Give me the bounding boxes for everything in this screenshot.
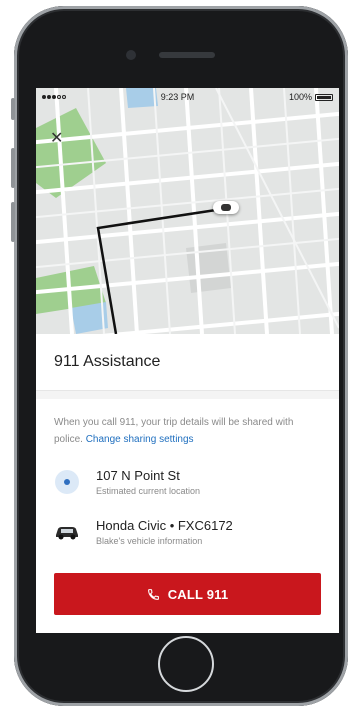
front-camera: [126, 50, 136, 60]
home-button[interactable]: [158, 636, 214, 692]
location-dot-icon: [55, 470, 79, 494]
volume-down-button: [11, 202, 15, 242]
app-screen: 9:23 PM 100% ✕ 911 Assistance When you c…: [36, 88, 339, 633]
location-address: 107 N Point St: [96, 468, 180, 483]
location-caption: Estimated current location: [96, 486, 201, 496]
sharing-notice: When you call 911, your trip details wil…: [36, 399, 339, 448]
mute-switch: [11, 98, 15, 120]
status-bar: 9:23 PM 100%: [36, 88, 339, 106]
status-time: 9:23 PM: [160, 92, 195, 102]
vehicle-caption: Blake's vehicle information: [96, 536, 203, 546]
phone-icon: [147, 588, 159, 600]
vehicle-row: Honda Civic • FXC6172 Blake's vehicle in…: [54, 518, 233, 546]
change-sharing-link[interactable]: Change sharing settings: [86, 434, 194, 445]
sheet-title: 911 Assistance: [54, 353, 161, 370]
map-graphic: [36, 88, 339, 334]
volume-up-button: [11, 148, 15, 188]
sheet-header: 911 Assistance: [36, 334, 339, 391]
car-marker-icon: [213, 201, 239, 214]
call-911-button[interactable]: CALL 911: [54, 573, 321, 615]
call-911-label: CALL 911: [167, 586, 229, 602]
location-row: 107 N Point St Estimated current locatio…: [54, 468, 200, 496]
close-icon[interactable]: ✕: [50, 128, 63, 148]
divider: [36, 391, 339, 399]
vehicle-name: Honda Civic • FXC6172: [96, 518, 233, 533]
earpiece-speaker: [159, 52, 215, 58]
battery-percent: 100%: [288, 92, 312, 102]
assistance-sheet: 911 Assistance When you call 911, your t…: [36, 334, 339, 633]
trip-map[interactable]: 9:23 PM 100% ✕: [36, 88, 339, 334]
signal-icon: [42, 95, 66, 99]
car-icon: [56, 527, 78, 540]
battery-icon: [315, 93, 333, 101]
